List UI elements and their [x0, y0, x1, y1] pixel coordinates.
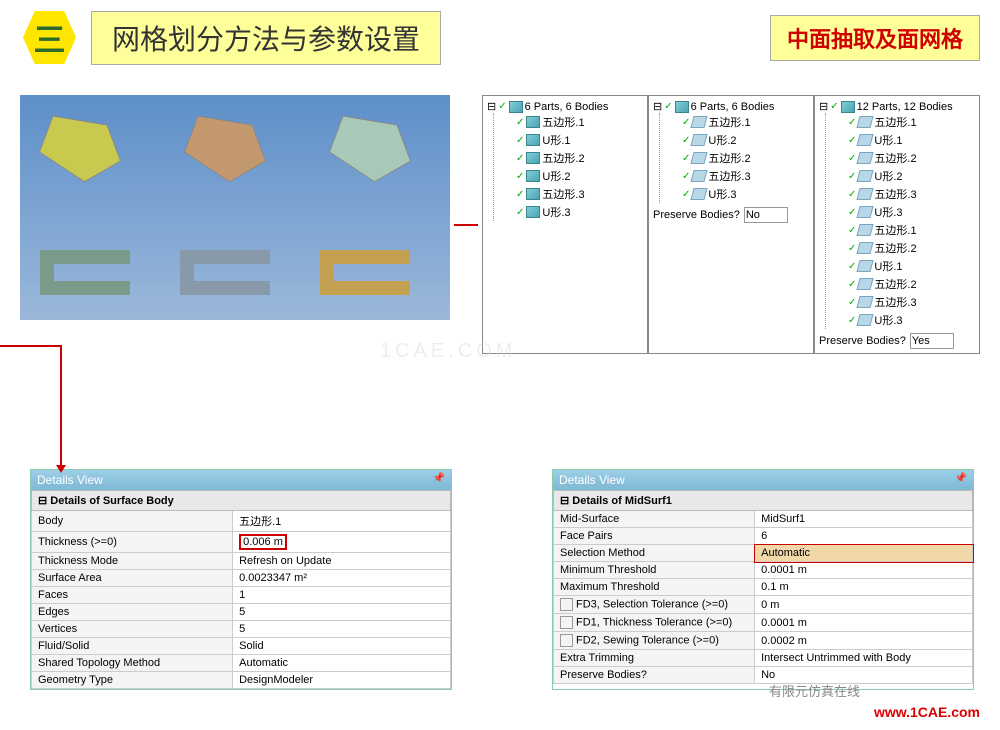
tree-item[interactable]: ✓五边形.3: [682, 167, 809, 185]
tree-item[interactable]: ✓五边形.3: [848, 185, 975, 203]
property-key: Faces: [32, 587, 233, 604]
tree-item[interactable]: ✓五边形.3: [848, 293, 975, 311]
details-view-surface-body[interactable]: Details View📌 ⊟ Details of Surface BodyB…: [30, 469, 452, 690]
tree-item[interactable]: ✓五边形.2: [848, 275, 975, 293]
pin-icon[interactable]: 📌: [433, 473, 445, 487]
property-key: Maximum Threshold: [554, 579, 755, 596]
tree-item[interactable]: ✓U形.2: [682, 131, 809, 149]
property-key: Body: [32, 511, 233, 532]
tree-item[interactable]: ✓U形.1: [516, 131, 643, 149]
tree-item[interactable]: ✓五边形.1: [682, 113, 809, 131]
footer-url: www.1CAE.com: [874, 704, 980, 720]
property-value[interactable]: 5: [233, 621, 451, 638]
watermark-center: 1CAE.COM: [380, 340, 516, 363]
property-key: FD1, Thickness Tolerance (>=0): [554, 614, 755, 632]
property-value[interactable]: 0.0001 m: [755, 614, 973, 632]
property-value[interactable]: Automatic: [233, 655, 451, 672]
property-key: Thickness Mode: [32, 553, 233, 570]
property-key: Extra Trimming: [554, 650, 755, 667]
property-value[interactable]: 0 m: [755, 596, 973, 614]
property-key: Mid-Surface: [554, 511, 755, 528]
tree-item[interactable]: ✓五边形.3: [516, 185, 643, 203]
preserve-input[interactable]: [910, 333, 954, 349]
property-key: Geometry Type: [32, 672, 233, 689]
outline-tree-1[interactable]: ⊟✓6 Parts, 6 Bodies ✓五边形.1✓U形.1✓五边形.2✓U形…: [482, 95, 648, 354]
tree-item[interactable]: ✓U形.1: [848, 257, 975, 275]
property-value[interactable]: 0.0002 m: [755, 632, 973, 650]
property-value[interactable]: 0.1 m: [755, 579, 973, 596]
property-key: Fluid/Solid: [32, 638, 233, 655]
preserve-input[interactable]: [744, 207, 788, 223]
property-key: Surface Area: [32, 570, 233, 587]
tree-item[interactable]: ✓五边形.1: [516, 113, 643, 131]
section-number-hex: 三: [20, 8, 79, 67]
outline-tree-2[interactable]: ⊟✓6 Parts, 6 Bodies ✓五边形.1✓U形.2✓五边形.2✓五边…: [648, 95, 814, 354]
arrow-down-icon: [60, 345, 62, 470]
tree-item[interactable]: ✓五边形.2: [682, 149, 809, 167]
property-value[interactable]: 0.0023347 m²: [233, 570, 451, 587]
property-value[interactable]: Intersect Untrimmed with Body: [755, 650, 973, 667]
tree-item[interactable]: ✓五边形.1: [848, 221, 975, 239]
property-value[interactable]: Automatic: [755, 545, 973, 562]
property-value[interactable]: DesignModeler: [233, 672, 451, 689]
property-key: Vertices: [32, 621, 233, 638]
property-key: FD3, Selection Tolerance (>=0): [554, 596, 755, 614]
preserve-label: Preserve Bodies?: [653, 209, 740, 221]
property-key: Face Pairs: [554, 528, 755, 545]
outline-tree-3[interactable]: ⊟✓12 Parts, 12 Bodies ✓五边形.1✓U形.1✓五边形.2✓…: [814, 95, 980, 354]
property-key: Selection Method: [554, 545, 755, 562]
tree-item[interactable]: ✓五边形.2: [848, 239, 975, 257]
property-key: Edges: [32, 604, 233, 621]
property-value[interactable]: 1: [233, 587, 451, 604]
property-key: FD2, Sewing Tolerance (>=0): [554, 632, 755, 650]
details-view-midsurf[interactable]: Details View📌 ⊟ Details of MidSurf1Mid-S…: [552, 469, 974, 690]
property-value[interactable]: 0.0001 m: [755, 562, 973, 579]
preserve-label: Preserve Bodies?: [819, 335, 906, 347]
property-key: Thickness (>=0): [32, 532, 233, 553]
tree-item[interactable]: ✓U形.3: [516, 203, 643, 221]
footer-note: 有限元仿真在线: [769, 681, 860, 700]
geometry-viewport[interactable]: [20, 95, 450, 320]
property-value[interactable]: 5: [233, 604, 451, 621]
pin-icon[interactable]: 📌: [955, 473, 967, 487]
tree-item[interactable]: ✓U形.1: [848, 131, 975, 149]
tree-item[interactable]: ✓U形.3: [848, 203, 975, 221]
section-title: 网格划分方法与参数设置: [91, 11, 441, 65]
tree-item[interactable]: ✓U形.3: [682, 185, 809, 203]
property-key: Minimum Threshold: [554, 562, 755, 579]
property-value[interactable]: 6: [755, 528, 973, 545]
tree-item[interactable]: ✓U形.3: [848, 311, 975, 329]
tree-item[interactable]: ✓五边形.2: [848, 149, 975, 167]
tree-item[interactable]: ✓五边形.2: [516, 149, 643, 167]
property-value[interactable]: MidSurf1: [755, 511, 973, 528]
arrow-icon: [454, 224, 478, 226]
section-subtitle: 中面抽取及面网格: [770, 15, 980, 61]
property-key: Preserve Bodies?: [554, 667, 755, 684]
property-value[interactable]: Refresh on Update: [233, 553, 451, 570]
property-key: Shared Topology Method: [32, 655, 233, 672]
property-value[interactable]: 0.006 m: [233, 532, 451, 553]
tree-item[interactable]: ✓五边形.1: [848, 113, 975, 131]
property-value[interactable]: Solid: [233, 638, 451, 655]
property-value[interactable]: 五边形.1: [233, 511, 451, 532]
tree-item[interactable]: ✓U形.2: [848, 167, 975, 185]
tree-item[interactable]: ✓U形.2: [516, 167, 643, 185]
